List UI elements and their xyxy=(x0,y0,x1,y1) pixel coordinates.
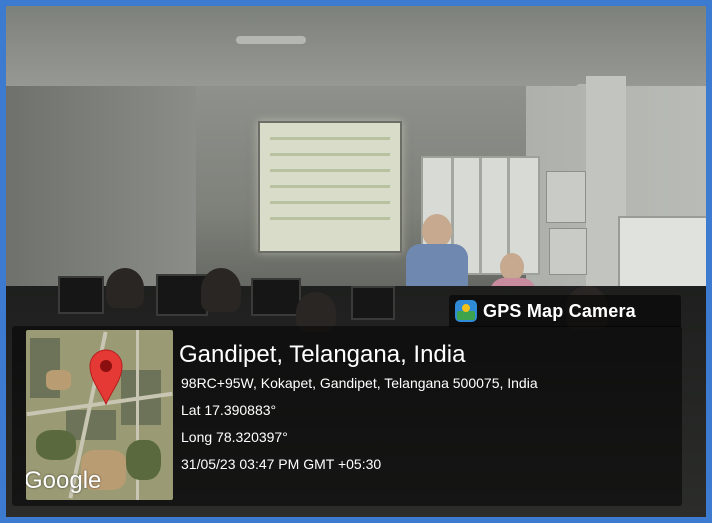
computer-monitor xyxy=(58,276,104,314)
address: 98RC+95W, Kokapet, Gandipet, Telangana 5… xyxy=(181,375,538,391)
student xyxy=(201,268,241,312)
wall-poster xyxy=(546,171,586,223)
datetime: 31/05/23 03:47 PM GMT +05:30 xyxy=(181,456,382,472)
map-thumbnail: Google xyxy=(26,330,173,500)
map-pin-icon xyxy=(89,349,123,406)
longitude: Long 78.320397° xyxy=(181,429,288,445)
wall-poster xyxy=(549,228,587,275)
google-logo: Google xyxy=(26,467,102,494)
computer-monitor xyxy=(251,278,301,316)
person-head xyxy=(500,253,524,281)
gps-app-tag: GPS Map Camera xyxy=(449,295,681,327)
projector-screen xyxy=(258,121,402,253)
gps-map-camera-icon xyxy=(455,300,477,322)
app-name: GPS Map Camera xyxy=(483,300,636,321)
latitude: Lat 17.390883° xyxy=(181,402,277,418)
presenter-head xyxy=(422,214,452,248)
ceiling xyxy=(6,6,706,86)
ceiling-fan xyxy=(236,36,306,44)
computer-monitor xyxy=(351,286,395,320)
student xyxy=(106,268,144,308)
location-title: Gandipet, Telangana, India xyxy=(179,341,466,368)
